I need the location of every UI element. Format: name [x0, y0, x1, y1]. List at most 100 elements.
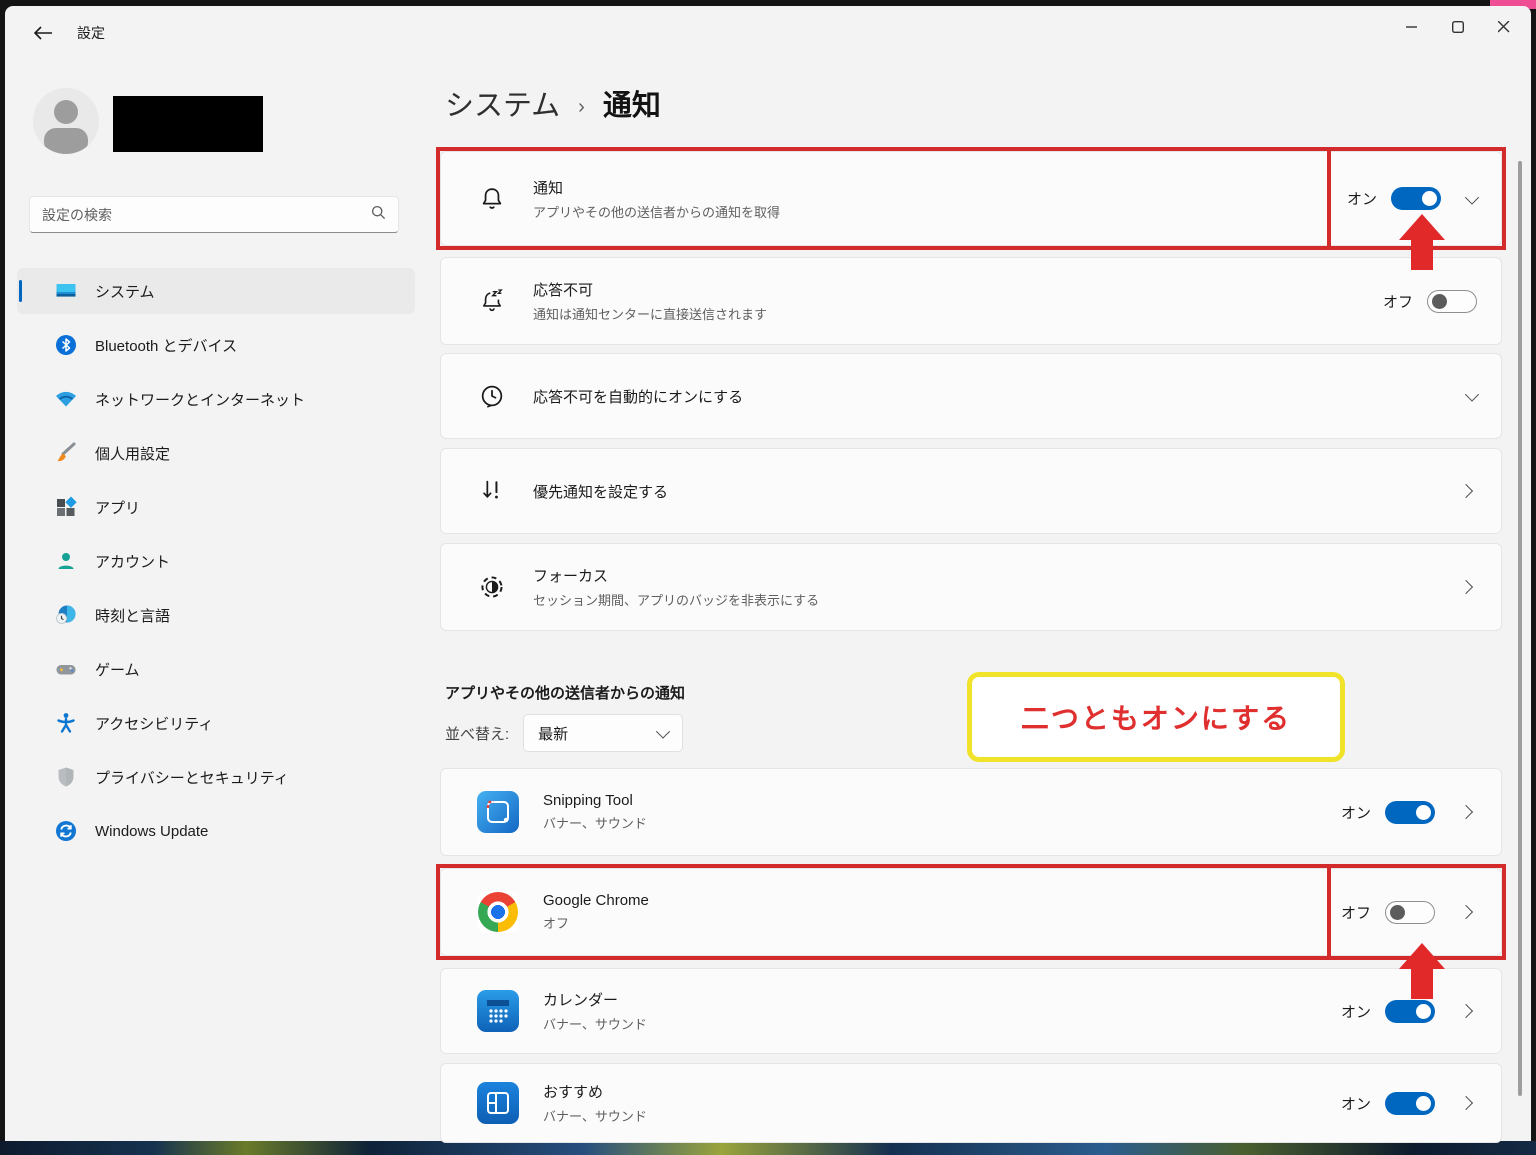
card-title: 通知 — [533, 177, 1347, 198]
sidebar-item-accounts[interactable]: アカウント — [17, 538, 415, 584]
sidebar-item-label: 時刻と言語 — [95, 605, 170, 626]
sidebar-item-time-language[interactable]: 時刻と言語 — [17, 592, 415, 638]
back-arrow-icon — [33, 26, 53, 40]
sidebar-item-label: プライバシーとセキュリティ — [95, 767, 289, 788]
app-row-google-chrome[interactable]: Google Chrome オフ オフ — [440, 868, 1502, 956]
sidebar-item-label: アクセシビリティ — [95, 713, 213, 734]
priority-icon — [477, 476, 507, 506]
google-chrome-toggle[interactable] — [1385, 901, 1435, 924]
setting-card-priority-notifications[interactable]: 優先通知を設定する — [440, 448, 1502, 534]
chevron-down-icon — [656, 725, 670, 739]
toggle-state-label: オン — [1341, 1093, 1371, 1114]
apps-icon — [53, 494, 79, 520]
card-subtitle: アプリやその他の送信者からの通知を取得 — [533, 202, 1347, 221]
focus-icon — [477, 572, 507, 602]
search-input[interactable]: 設定の検索 — [29, 196, 399, 233]
app-row-calendar[interactable]: カレンダー バナー、サウンド オン — [440, 968, 1502, 1054]
suggestions-icon — [477, 1082, 519, 1124]
sidebar-nav: システム Bluetooth とデバイス ネットワークとインターネット 個人用設… — [17, 268, 415, 862]
sidebar-item-label: アカウント — [95, 551, 170, 572]
chevron-right-icon[interactable] — [1459, 805, 1473, 819]
breadcrumb: システム › 通知 — [445, 82, 661, 124]
card-subtitle: 通知は通知センターに直接送信されます — [533, 304, 1383, 323]
do-not-disturb-toggle[interactable] — [1427, 290, 1477, 313]
back-button[interactable] — [27, 20, 59, 46]
sidebar-item-system[interactable]: システム — [17, 268, 415, 314]
chevron-right-icon[interactable] — [1459, 580, 1473, 594]
sidebar-item-apps[interactable]: アプリ — [17, 484, 415, 530]
chevron-down-icon[interactable] — [1465, 190, 1479, 204]
google-chrome-icon — [477, 891, 519, 933]
sidebar-item-label: ネットワークとインターネット — [95, 389, 305, 410]
sidebar-item-network[interactable]: ネットワークとインターネット — [17, 376, 415, 422]
minimize-button[interactable] — [1389, 6, 1435, 48]
settings-window: 設定 設定の検索 システム Bluetooth とデバイス — [5, 6, 1531, 1141]
app-row-snipping-tool[interactable]: Snipping Tool バナー、サウンド オン — [440, 768, 1502, 856]
sidebar-item-label: アプリ — [95, 497, 140, 518]
calendar-toggle[interactable] — [1385, 1000, 1435, 1023]
accessibility-icon — [53, 710, 79, 736]
app-name: カレンダー — [543, 989, 1341, 1010]
app-subtitle: バナー、サウンド — [543, 1106, 1341, 1125]
bell-sleep-icon — [477, 286, 507, 316]
app-subtitle: オフ — [543, 913, 1341, 932]
sidebar-item-gaming[interactable]: ゲーム — [17, 646, 415, 692]
sidebar-item-label: 個人用設定 — [95, 443, 170, 464]
gamepad-icon — [53, 656, 79, 682]
chevron-right-icon[interactable] — [1459, 484, 1473, 498]
card-subtitle: セッション期間、アプリのバッジを非表示にする — [533, 590, 1461, 609]
app-row-suggestions[interactable]: おすすめ バナー、サウンド オン — [440, 1063, 1502, 1143]
scrollbar[interactable] — [1518, 161, 1522, 1096]
chevron-right-icon[interactable] — [1459, 905, 1473, 919]
card-title: 応答不可 — [533, 279, 1383, 300]
app-name: おすすめ — [543, 1081, 1341, 1102]
time-language-icon — [53, 602, 79, 628]
brush-icon — [53, 440, 79, 466]
setting-card-auto-dnd[interactable]: 応答不可を自動的にオンにする — [440, 353, 1502, 439]
sidebar: 設定の検索 システム Bluetooth とデバイス ネットワークとインターネッ… — [5, 56, 435, 1141]
shield-icon — [53, 764, 79, 790]
avatar[interactable] — [33, 88, 99, 154]
sort-dropdown[interactable]: 最新 — [523, 714, 683, 752]
card-title: 優先通知を設定する — [533, 481, 1461, 502]
sidebar-item-label: システム — [95, 281, 155, 302]
toggle-state-label: オフ — [1383, 291, 1413, 312]
system-icon — [53, 278, 79, 304]
wifi-icon — [53, 386, 79, 412]
main-content: システム › 通知 通知 アプリやその他の送信者からの通知を取得 オン — [440, 56, 1502, 1141]
suggestions-toggle[interactable] — [1385, 1092, 1435, 1115]
maximize-button[interactable] — [1435, 6, 1481, 48]
window-title: 設定 — [77, 23, 105, 43]
close-button[interactable] — [1481, 6, 1527, 48]
redacted-username — [113, 96, 263, 152]
search-icon — [371, 205, 386, 225]
app-name: Google Chrome — [543, 892, 1341, 909]
breadcrumb-separator: › — [578, 96, 585, 119]
chevron-down-icon[interactable] — [1465, 388, 1479, 402]
setting-card-do-not-disturb[interactable]: 応答不可 通知は通知センターに直接送信されます オフ — [440, 257, 1502, 345]
sidebar-item-windows-update[interactable]: Windows Update — [17, 808, 415, 854]
toggle-state-label: オン — [1341, 802, 1371, 823]
app-subtitle: バナー、サウンド — [543, 1014, 1341, 1033]
card-title: フォーカス — [533, 565, 1461, 586]
sidebar-item-bluetooth[interactable]: Bluetooth とデバイス — [17, 322, 415, 368]
setting-card-notifications[interactable]: 通知 アプリやその他の送信者からの通知を取得 オン — [440, 151, 1502, 246]
sort-value: 最新 — [538, 723, 658, 744]
sidebar-item-accessibility[interactable]: アクセシビリティ — [17, 700, 415, 746]
snipping-tool-toggle[interactable] — [1385, 801, 1435, 824]
notifications-toggle[interactable] — [1391, 187, 1441, 210]
sidebar-item-label: ゲーム — [95, 659, 140, 680]
apps-section-heading: アプリやその他の送信者からの通知 — [445, 682, 685, 703]
clock-icon — [477, 381, 507, 411]
toggle-state-label: オン — [1347, 188, 1377, 209]
search-placeholder: 設定の検索 — [30, 205, 371, 225]
chevron-right-icon[interactable] — [1459, 1096, 1473, 1110]
sidebar-item-privacy[interactable]: プライバシーとセキュリティ — [17, 754, 415, 800]
setting-card-focus[interactable]: フォーカス セッション期間、アプリのバッジを非表示にする — [440, 543, 1502, 631]
chevron-right-icon[interactable] — [1459, 1004, 1473, 1018]
breadcrumb-parent[interactable]: システム — [445, 82, 560, 124]
snipping-tool-icon — [477, 791, 519, 833]
sidebar-item-label: Windows Update — [95, 823, 208, 840]
annotation-note: 二つともオンにする — [967, 672, 1345, 762]
sidebar-item-personalization[interactable]: 個人用設定 — [17, 430, 415, 476]
